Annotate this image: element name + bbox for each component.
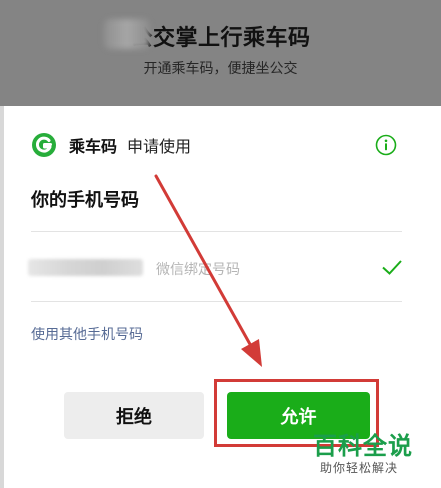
watermark-subtitle: 助你轻松解决: [320, 461, 399, 475]
requesting-app-row: 乘车码 申请使用: [31, 131, 191, 159]
app-name: 乘车码: [69, 137, 118, 156]
divider: [31, 231, 402, 232]
checkmark-icon: [382, 260, 402, 275]
section-title: 你的手机号码: [31, 190, 139, 211]
phone-label: 微信绑定号码: [156, 262, 240, 278]
app-banner: 公交掌上行乘车码 开通乘车码，便捷坐公交: [0, 0, 441, 106]
use-other-phone-link[interactable]: 使用其他手机号码: [31, 324, 143, 344]
banner-subtitle: 开通乘车码，便捷坐公交: [143, 61, 298, 77]
app-logo-icon: [32, 133, 56, 157]
watermark-title: 百科全说: [313, 432, 413, 460]
phone-option-wechat[interactable]: 微信绑定号码: [28, 250, 404, 284]
request-text: 申请使用: [127, 137, 192, 156]
redacted-city-name: [104, 19, 150, 49]
banner-title: 公交掌上行乘车码: [130, 26, 311, 51]
info-icon[interactable]: [375, 134, 397, 156]
reject-button[interactable]: 拒绝: [64, 392, 204, 439]
left-edge-shadow: [0, 106, 4, 488]
divider: [31, 301, 402, 302]
redacted-phone-number: [28, 259, 143, 276]
